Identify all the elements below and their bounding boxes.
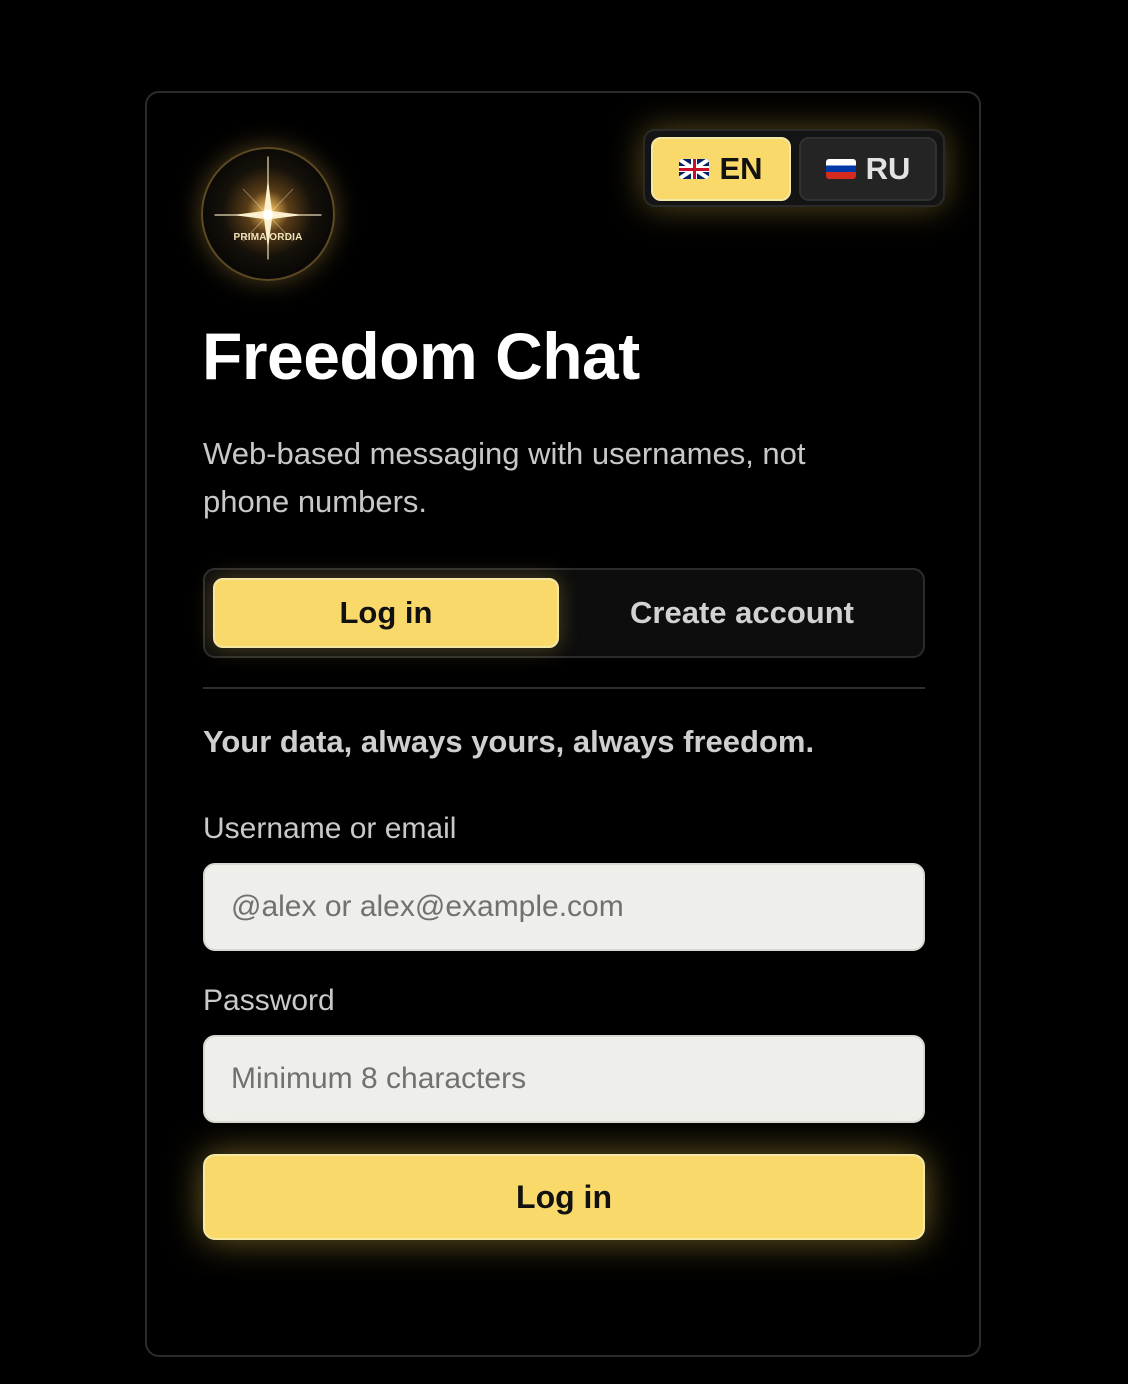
login-submit-button[interactable]: Log in (203, 1154, 925, 1240)
language-option-en[interactable]: EN (651, 137, 791, 201)
page-subtitle: Web-based messaging with usernames, not … (203, 436, 806, 519)
language-code-ru: RU (865, 151, 911, 186)
username-input[interactable] (203, 863, 925, 951)
uk-flag-icon (679, 159, 710, 179)
page-title: Freedom Chat (202, 319, 640, 393)
tab-create-account[interactable]: Create account (567, 578, 917, 648)
logo-text: PRIMA ORDIA (233, 232, 303, 243)
language-code-en: EN (719, 151, 763, 186)
app-logo: PRIMA ORDIA (201, 147, 335, 281)
russia-flag-icon (825, 159, 856, 179)
tab-log-in[interactable]: Log in (213, 578, 559, 648)
star-burst-icon (214, 156, 322, 260)
divider (203, 687, 925, 689)
password-label: Password (203, 984, 335, 1017)
password-input[interactable] (203, 1035, 925, 1123)
language-option-ru[interactable]: RU (799, 137, 937, 201)
language-switch: EN RU (643, 129, 945, 207)
auth-tabs: Log in Create account (203, 568, 925, 658)
tagline: Your data, always yours, always freedom. (203, 724, 815, 759)
username-label: Username or email (203, 812, 457, 845)
